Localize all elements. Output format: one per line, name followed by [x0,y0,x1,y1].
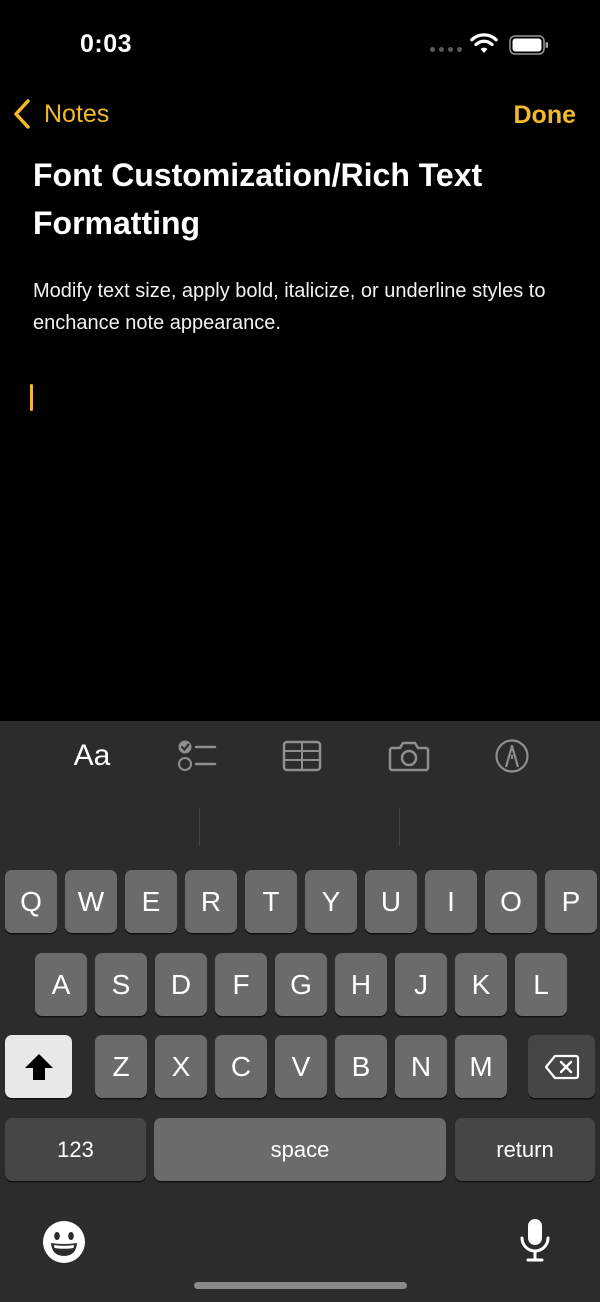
return-key[interactable]: return [455,1118,595,1181]
key-m[interactable]: M [455,1035,507,1098]
delete-icon [544,1054,579,1079]
key-h[interactable]: H [335,953,387,1016]
delete-key[interactable] [528,1035,595,1098]
key-p[interactable]: P [545,870,597,933]
chevron-left-icon [14,99,30,129]
key-d[interactable]: D [155,953,207,1016]
back-button-label: Notes [44,99,110,128]
format-toolbar: Aa [0,721,600,790]
note-title[interactable]: Font Customization/Rich Text Formatting [33,151,553,247]
key-t[interactable]: T [245,870,297,933]
key-g[interactable]: G [275,953,327,1016]
key-i[interactable]: I [425,870,477,933]
key-s[interactable]: S [95,953,147,1016]
key-w[interactable]: W [65,870,117,933]
key-u[interactable]: U [365,870,417,933]
wifi-icon [470,33,498,53]
done-button[interactable]: Done [514,101,577,130]
key-x[interactable]: X [155,1035,207,1098]
prediction-divider [199,808,200,846]
key-o[interactable]: O [485,870,537,933]
key-r[interactable]: R [185,870,237,933]
status-time: 0:03 [80,30,133,58]
key-y[interactable]: Y [305,870,357,933]
microphone-icon[interactable] [519,1217,551,1263]
back-button[interactable]: Notes [12,97,109,131]
table-button[interactable] [278,721,326,790]
key-n[interactable]: N [395,1035,447,1098]
key-j[interactable]: J [395,953,447,1016]
shift-key[interactable] [5,1035,72,1098]
key-k[interactable]: K [455,953,507,1016]
cellular-signal-icon [430,47,462,52]
table-icon [282,740,322,771]
note-body[interactable]: Modify text size, apply bold, italicize,… [33,275,573,339]
key-c[interactable]: C [215,1035,267,1098]
checklist-button[interactable] [172,721,222,790]
emoji-icon[interactable] [42,1220,86,1264]
key-q[interactable]: Q [5,870,57,933]
text-format-button[interactable]: Aa [60,721,124,790]
key-b[interactable]: B [335,1035,387,1098]
text-cursor [30,384,33,411]
camera-button[interactable] [384,721,434,790]
shift-icon [24,1053,53,1080]
battery-icon [509,35,548,55]
camera-icon [388,741,430,771]
markup-button[interactable] [490,721,534,790]
key-z[interactable]: Z [95,1035,147,1098]
key-a[interactable]: A [35,953,87,1016]
markup-icon [495,738,529,773]
key-e[interactable]: E [125,870,177,933]
key-v[interactable]: V [275,1035,327,1098]
space-key[interactable]: space [154,1118,446,1181]
key-f[interactable]: F [215,953,267,1016]
numbers-key[interactable]: 123 [5,1118,146,1181]
prediction-divider [399,808,400,846]
checklist-icon [178,740,217,771]
home-indicator [194,1282,407,1289]
key-l[interactable]: L [515,953,567,1016]
